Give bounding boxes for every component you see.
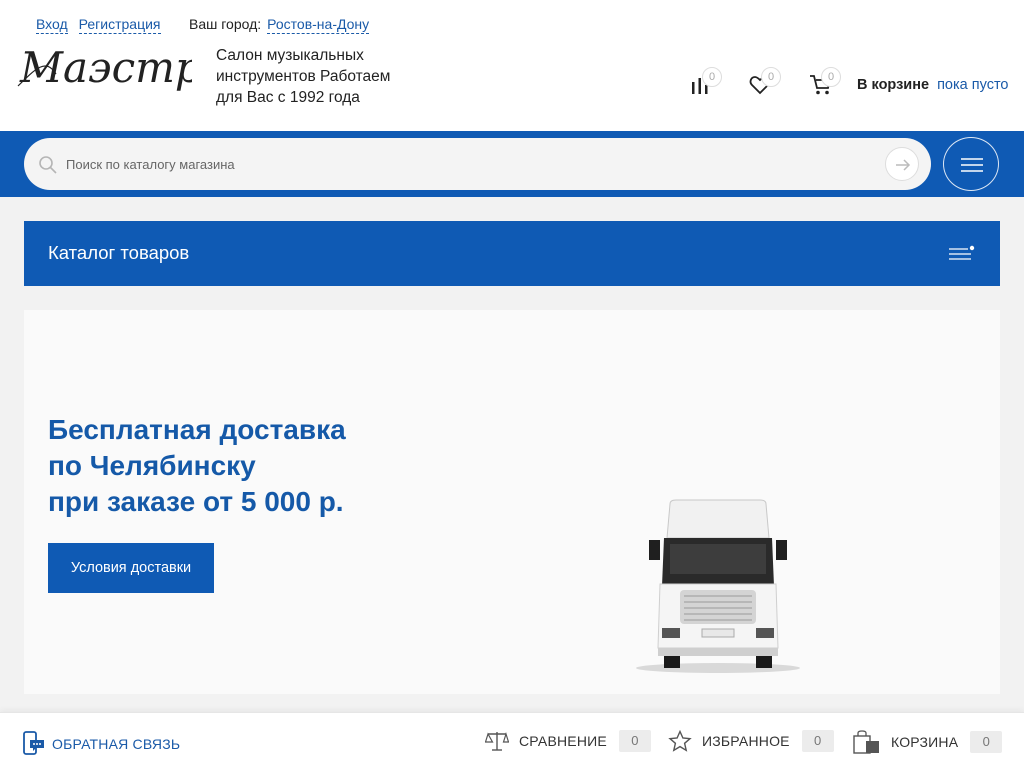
compare-button[interactable]: 0: [690, 67, 722, 100]
cart-label-bottom: КОРЗИНА: [891, 734, 959, 750]
store-tagline: Салон музыкальных инструментов Работаем …: [216, 47, 391, 106]
feedback-label: ОБРАТНАЯ СВЯЗЬ: [52, 736, 181, 752]
cart-count-badge: 0: [821, 67, 841, 87]
catalog-bar[interactable]: Каталог товаров: [24, 221, 1000, 286]
auth-links: Вход Регистрация: [36, 16, 161, 34]
banner-title: Бесплатная доставка по Челябинску при за…: [48, 412, 346, 520]
favorites-count: 0: [801, 730, 834, 752]
login-link[interactable]: Вход: [36, 16, 68, 34]
cart-count: 0: [970, 731, 1003, 753]
scales-icon: [485, 731, 509, 751]
truck-image: [636, 499, 800, 673]
promo-banner: Бесплатная доставка по Челябинску при за…: [24, 310, 1000, 694]
register-link[interactable]: Регистрация: [78, 16, 161, 34]
feedback-phone-icon: [23, 731, 44, 755]
catalog-title: Каталог товаров: [48, 242, 190, 263]
city-link[interactable]: Ростов-на-Дону: [267, 16, 370, 34]
bottom-compare[interactable]: СРАВНЕНИЕ 0: [485, 730, 651, 752]
bottom-favorites[interactable]: ИЗБРАННОЕ 0: [668, 730, 834, 752]
search-box: [24, 138, 931, 190]
favorites-button[interactable]: 0: [749, 67, 781, 100]
search-input[interactable]: [66, 152, 846, 176]
feedback-button[interactable]: ОБРАТНАЯ СВЯЗЬ: [22, 731, 180, 757]
shopping-bags-icon: [853, 730, 879, 754]
favorites-count-badge: 0: [761, 67, 781, 87]
star-icon: [668, 730, 692, 752]
city-selector: Ваш город: Ростов-на-Дону: [189, 16, 370, 34]
bottom-panel: ОБРАТНАЯ СВЯЗЬ СРАВНЕНИЕ 0 ИЗБРАННОЕ 0 К…: [0, 712, 1024, 768]
city-label: Ваш город:: [189, 16, 262, 32]
bottom-cart[interactable]: КОРЗИНА 0: [853, 730, 1003, 754]
arrow-right-icon: [896, 159, 911, 171]
banner-title-line: Бесплатная доставка: [48, 414, 346, 445]
search-icon: [39, 156, 57, 174]
compare-label: СРАВНЕНИЕ: [519, 733, 607, 749]
delivery-terms-button[interactable]: Условия доставки: [48, 543, 214, 593]
compare-count-badge: 0: [702, 67, 722, 87]
banner-title-line: по Челябинску: [48, 450, 256, 481]
search-bar: [0, 131, 1024, 197]
logo-text: Маэстро: [19, 43, 192, 92]
cart-button[interactable]: 0: [809, 67, 841, 100]
cart-summary[interactable]: В корзине пока пусто: [857, 77, 1008, 93]
hamburger-icon: [961, 158, 983, 172]
site-header: Вход Регистрация Ваш город: Ростов-на-До…: [0, 0, 1024, 131]
cart-label: В корзине: [857, 77, 930, 93]
search-submit-button[interactable]: [885, 147, 919, 181]
catalog-menu-icon: [949, 245, 975, 260]
logo[interactable]: Маэстро: [16, 38, 192, 98]
compare-count: 0: [618, 730, 651, 752]
menu-button[interactable]: [943, 137, 999, 191]
banner-title-line: при заказе от 5 000 р.: [48, 486, 344, 517]
favorites-label: ИЗБРАННОЕ: [702, 733, 790, 749]
cart-status[interactable]: пока пусто: [937, 77, 1008, 93]
